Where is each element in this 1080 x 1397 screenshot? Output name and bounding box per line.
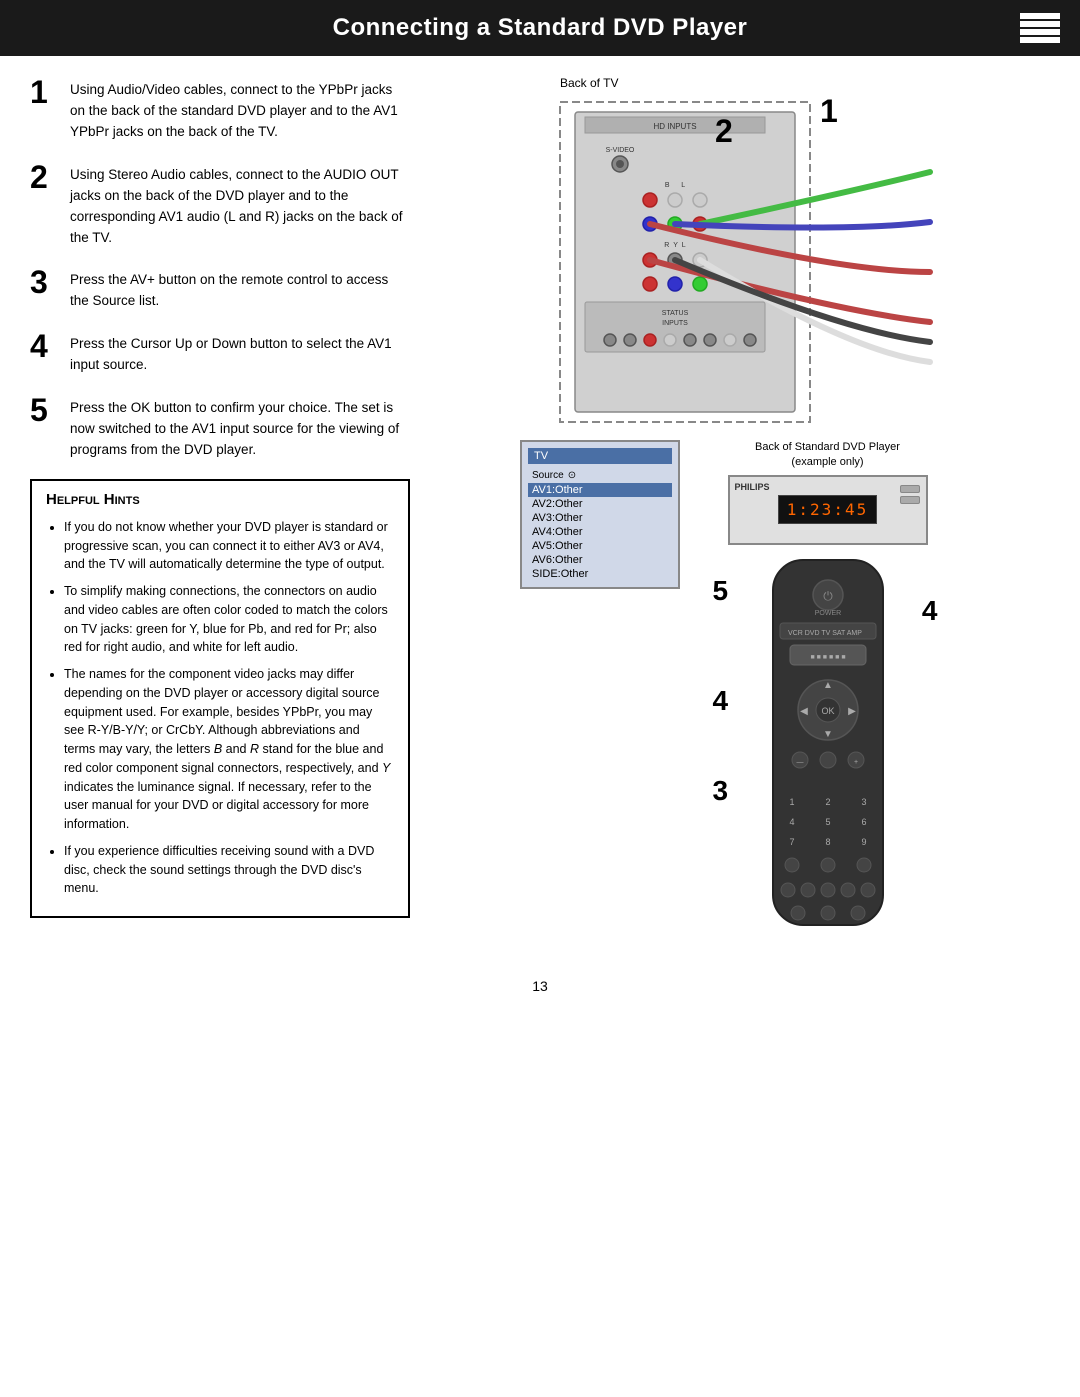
svg-text:3: 3	[861, 797, 866, 807]
left-column: 1 Using Audio/Video cables, connect to t…	[30, 76, 410, 938]
page-header: Connecting a Standard DVD Player	[0, 0, 1080, 56]
tv-back-svg: HD INPUTS S-VIDEO B L R Y L	[530, 92, 950, 432]
hints-box: Helpful Hints If you do not know whether…	[30, 479, 410, 918]
step-4-number: 4	[30, 330, 58, 362]
remote-section: 5 4 4 3 ⏻ POWER VCR DVD TV SAT A	[748, 555, 908, 938]
dvd-button-2	[900, 496, 920, 504]
step-1-text: Using Audio/Video cables, connect to the…	[70, 76, 410, 143]
svg-text:6: 6	[861, 817, 866, 827]
svg-text:■ ■ ■ ■ ■ ■: ■ ■ ■ ■ ■ ■	[810, 654, 845, 661]
svg-text:◀: ◀	[800, 706, 808, 717]
dvd-player-back: PHILIPS 1:23:45	[728, 475, 928, 545]
step-1-number: 1	[30, 76, 58, 108]
svg-text:+: +	[853, 759, 857, 766]
hint-item-3: The names for the component video jacks …	[64, 665, 394, 834]
hints-list: If you do not know whether your DVD play…	[46, 518, 394, 898]
step-4: 4 Press the Cursor Up or Down button to …	[30, 330, 410, 376]
tv-screen-section: TV Source ⊙ AV1:Other AV2:Other AV3:Othe…	[520, 440, 680, 589]
svg-text:▶: ▶	[848, 706, 856, 717]
svg-text:1: 1	[789, 797, 794, 807]
main-content: 1 Using Audio/Video cables, connect to t…	[0, 56, 1080, 958]
step-3: 3 Press the AV+ button on the remote con…	[30, 266, 410, 312]
svg-text:▲: ▲	[823, 680, 833, 691]
dvd-time-display: 1:23:45	[778, 495, 877, 524]
step-5-number: 5	[30, 394, 58, 426]
bottom-diagram-section: TV Source ⊙ AV1:Other AV2:Other AV3:Othe…	[520, 440, 960, 938]
svg-text:INPUTS: INPUTS	[662, 320, 688, 327]
step-4-text: Press the Cursor Up or Down button to se…	[70, 330, 410, 376]
header-icon	[1020, 12, 1060, 44]
tv-source-item-5: AV5:Other	[528, 539, 672, 553]
hint-item-2: To simplify making connections, the conn…	[64, 582, 394, 657]
dvd-buttons-area	[900, 485, 920, 504]
svg-text:R Y L: R Y L	[664, 242, 686, 249]
svg-text:HD INPUTS: HD INPUTS	[653, 122, 696, 131]
tv-source-item-3: AV3:Other	[528, 511, 672, 525]
step-2: 2 Using Stereo Audio cables, connect to …	[30, 161, 410, 249]
tv-diagram-section: Back of TV HD INPUTS S-VIDEO B L	[530, 76, 950, 435]
svg-text:▼: ▼	[823, 729, 833, 740]
dvd-remote-section: Back of Standard DVD Player(example only…	[695, 440, 960, 938]
remote-step-4-mid: 4	[713, 685, 729, 717]
tv-source-item-6: AV6:Other	[528, 553, 672, 567]
tv-source-item-1: AV1:Other	[528, 483, 672, 497]
source-label: Source	[532, 470, 564, 481]
remote-svg: ⏻ POWER VCR DVD TV SAT AMP ■ ■ ■ ■ ■ ■ O…	[748, 555, 908, 935]
page-number: 13	[0, 958, 1080, 1004]
step-3-text: Press the AV+ button on the remote contr…	[70, 266, 410, 312]
step-2-text: Using Stereo Audio cables, connect to th…	[70, 161, 410, 249]
svg-text:7: 7	[789, 837, 794, 847]
svg-text:B L: B L	[665, 182, 685, 189]
remote-step-4-top: 4	[922, 595, 938, 627]
dvd-back-label: Back of Standard DVD Player(example only…	[755, 440, 900, 471]
tv-screen-header: TV	[528, 448, 672, 464]
tv-back-label: Back of TV	[560, 76, 618, 90]
tv-source-item-2: AV2:Other	[528, 497, 672, 511]
page-title: Connecting a Standard DVD Player	[333, 14, 748, 42]
svg-text:VCR DVD TV SAT AMP: VCR DVD TV SAT AMP	[788, 630, 862, 637]
svg-text:POWER: POWER	[814, 610, 840, 617]
remote-step-5: 5	[713, 575, 729, 607]
diagram-num-2: 2	[715, 113, 733, 149]
hint-item-1: If you do not know whether your DVD play…	[64, 518, 394, 574]
hint-item-4: If you experience difficulties receiving…	[64, 842, 394, 898]
right-column: Back of TV HD INPUTS S-VIDEO B L	[430, 76, 1050, 938]
svg-text:2: 2	[825, 797, 830, 807]
step-1: 1 Using Audio/Video cables, connect to t…	[30, 76, 410, 143]
svg-text:OK: OK	[821, 706, 834, 716]
dvd-button-1	[900, 485, 920, 493]
tv-source-item-7: SIDE:Other	[528, 567, 672, 581]
step-5-text: Press the OK button to confirm your choi…	[70, 394, 410, 461]
svg-text:S-VIDEO: S-VIDEO	[606, 147, 635, 154]
tv-source-screen: TV Source ⊙ AV1:Other AV2:Other AV3:Othe…	[520, 440, 680, 589]
source-icon: ⊙	[568, 470, 576, 481]
hints-title: Helpful Hints	[46, 491, 394, 508]
svg-text:5: 5	[825, 817, 830, 827]
svg-text:⏻: ⏻	[823, 589, 833, 603]
remote-step-3: 3	[713, 775, 729, 807]
dvd-back-label-text: Back of Standard DVD Player(example only…	[755, 441, 900, 468]
svg-text:STATUS: STATUS	[662, 310, 689, 317]
tv-source-item-4: AV4:Other	[528, 525, 672, 539]
dvd-brand: PHILIPS	[735, 482, 770, 492]
step-2-number: 2	[30, 161, 58, 193]
svg-text:4: 4	[789, 817, 794, 827]
source-row: Source ⊙	[528, 468, 672, 483]
svg-text:8: 8	[825, 837, 830, 847]
svg-text:—: —	[796, 759, 803, 766]
step-3-number: 3	[30, 266, 58, 298]
diagram-num-1: 1	[820, 93, 838, 129]
svg-text:9: 9	[861, 837, 866, 847]
step-5: 5 Press the OK button to confirm your ch…	[30, 394, 410, 461]
